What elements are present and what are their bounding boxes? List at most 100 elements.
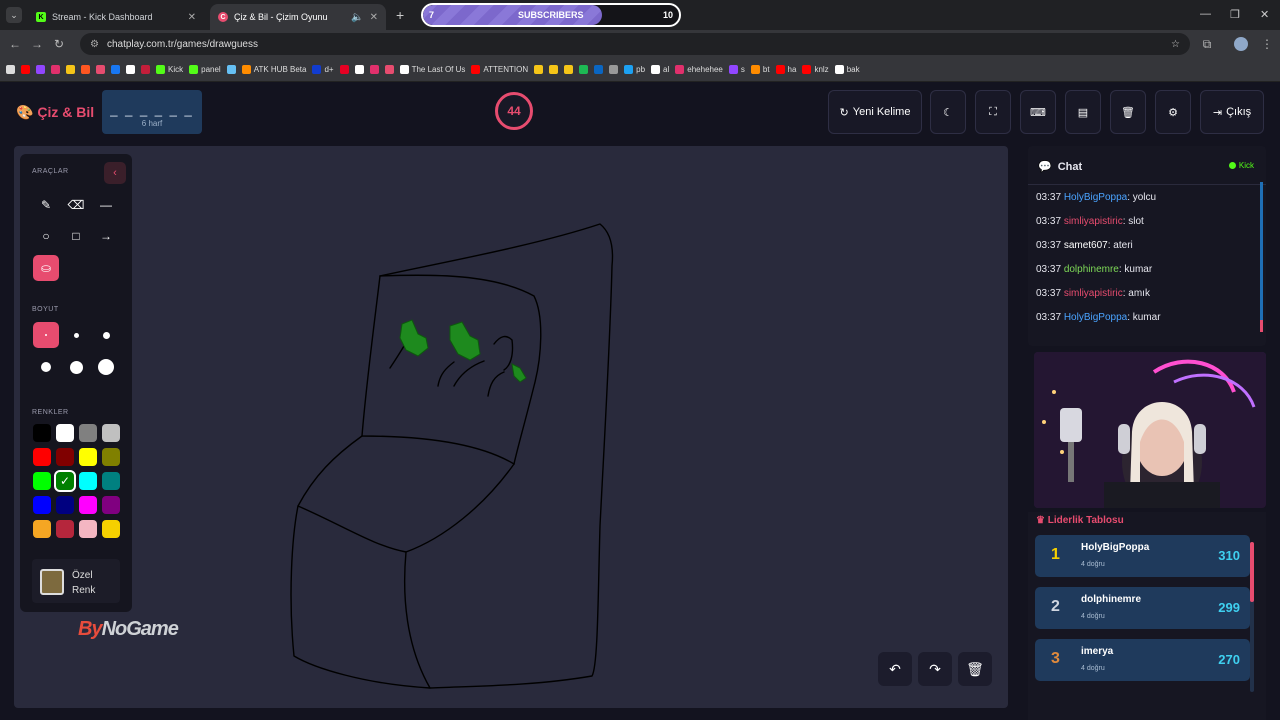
close-tab-icon[interactable]: ✕	[188, 12, 196, 23]
new-tab-button[interactable]: +	[396, 7, 404, 23]
message-user[interactable]: simliyapistiric	[1064, 216, 1123, 227]
chat-scroll-thumb[interactable]	[1260, 320, 1263, 332]
fullscreen-button[interactable]: ⛶	[975, 90, 1011, 134]
tab-kick-dashboard[interactable]: K Stream - Kick Dashboard ✕	[28, 4, 204, 30]
bookmark-item[interactable]: Kick	[156, 65, 183, 74]
message-user[interactable]: HolyBigPoppa	[1064, 192, 1127, 203]
color-swatch[interactable]	[56, 496, 74, 514]
speaker-icon[interactable]: 🔈	[351, 12, 363, 23]
rectangle-tool[interactable]: □	[63, 223, 89, 249]
message-user[interactable]: dolphinemre	[1064, 264, 1119, 275]
bookmark-item[interactable]: bt	[750, 65, 770, 74]
settings-button[interactable]: ⚙	[1155, 90, 1191, 134]
profile-avatar[interactable]	[1234, 37, 1248, 51]
color-swatch[interactable]	[79, 424, 97, 442]
color-swatch[interactable]	[79, 520, 97, 538]
color-swatch[interactable]	[102, 472, 120, 490]
bookmark-item[interactable]	[21, 65, 30, 74]
color-swatch[interactable]	[33, 520, 51, 538]
bookmark-item[interactable]	[369, 65, 379, 74]
new-word-button[interactable]: ↻ Yeni Kelime	[828, 90, 922, 134]
undo-button[interactable]: ↶	[878, 652, 912, 686]
color-swatch[interactable]	[56, 448, 74, 466]
bookmark-item[interactable]	[354, 65, 364, 74]
exit-button[interactable]: ⇥ Çıkış	[1200, 90, 1264, 134]
bookmark-item[interactable]: d+	[312, 65, 334, 74]
reload-icon[interactable]: ↻	[48, 37, 70, 51]
theme-toggle-button[interactable]: ☾	[930, 90, 966, 134]
color-swatch[interactable]	[79, 448, 97, 466]
bookmark-item[interactable]	[51, 65, 60, 74]
tab-search-button[interactable]: ⌄	[6, 7, 22, 23]
circle-tool[interactable]: ○	[33, 223, 59, 249]
back-icon[interactable]: ←	[4, 37, 26, 51]
color-swatch[interactable]	[33, 448, 51, 466]
bookmark-item[interactable]	[36, 65, 45, 74]
collapse-tools-button[interactable]: ‹	[104, 162, 126, 184]
bookmark-item[interactable]	[534, 65, 544, 74]
bookmark-item[interactable]	[609, 65, 619, 74]
color-swatch[interactable]	[102, 448, 120, 466]
bookmark-item[interactable]	[226, 65, 236, 74]
bookmark-item[interactable]	[564, 65, 574, 74]
color-swatch[interactable]: ✓	[54, 470, 76, 492]
bookmark-item[interactable]: panel	[189, 65, 221, 74]
color-swatch[interactable]	[33, 472, 51, 490]
size-5[interactable]	[63, 354, 89, 380]
color-swatch[interactable]	[102, 496, 120, 514]
bookmark-item[interactable]: s	[728, 65, 745, 74]
color-swatch[interactable]	[56, 520, 74, 538]
bookmark-item[interactable]: knlz	[802, 65, 829, 74]
size-2[interactable]	[63, 322, 89, 348]
bookmark-item[interactable]	[96, 65, 105, 74]
brush-tool[interactable]: ✎	[33, 192, 59, 218]
bookmark-item[interactable]: ATTENTION	[471, 65, 528, 74]
bookmark-item[interactable]: pb	[624, 65, 645, 74]
size-3[interactable]	[93, 322, 119, 348]
app-logo[interactable]: 🎨 Çiz & Bil	[16, 104, 94, 121]
bookmark-item[interactable]	[594, 65, 604, 74]
bookmark-item[interactable]: ATK HUB Beta	[241, 65, 306, 74]
size-6[interactable]	[93, 354, 119, 380]
color-swatch[interactable]	[33, 496, 51, 514]
bookmark-item[interactable]	[579, 65, 589, 74]
archive-button[interactable]: ▤	[1065, 90, 1101, 134]
size-1[interactable]	[33, 322, 59, 348]
apps-icon[interactable]	[6, 65, 15, 74]
minimize-icon[interactable]: —	[1200, 8, 1211, 20]
bookmark-item[interactable]	[339, 65, 349, 74]
leaderboard-scroll-thumb[interactable]	[1250, 542, 1254, 602]
message-user[interactable]: HolyBigPoppa	[1064, 312, 1127, 323]
color-swatch[interactable]	[79, 496, 97, 514]
bookmark-item[interactable]	[111, 65, 120, 74]
color-swatch[interactable]	[102, 424, 120, 442]
close-tab-icon[interactable]: ✕	[370, 12, 378, 23]
bookmark-item[interactable]: ehehehee	[675, 65, 723, 74]
bookmark-item[interactable]	[126, 65, 135, 74]
bookmark-item[interactable]: ha	[775, 65, 796, 74]
redo-button[interactable]: ↷	[918, 652, 952, 686]
tab-drawguess[interactable]: C Çiz & Bil - Çizim Oyunu 🔈 ✕	[210, 4, 386, 30]
delete-button[interactable]: 🗑	[1110, 90, 1146, 134]
url-input[interactable]: ⚙ chatplay.com.tr/games/drawguess ☆	[80, 33, 1190, 55]
bookmark-item[interactable]	[384, 65, 394, 74]
bookmark-item[interactable]: The Last Of Us	[399, 65, 465, 74]
forward-icon[interactable]: →	[26, 37, 48, 51]
bookmark-item[interactable]	[81, 65, 90, 74]
bookmark-item[interactable]	[141, 65, 150, 74]
maximize-icon[interactable]: ❐	[1230, 8, 1240, 21]
site-info-icon[interactable]: ⚙	[90, 39, 99, 50]
eraser-tool[interactable]: ⌫	[63, 192, 89, 218]
line-tool[interactable]: —	[93, 192, 119, 218]
close-window-icon[interactable]: ✕	[1260, 8, 1269, 21]
bookmark-item[interactable]	[549, 65, 559, 74]
arrow-tool[interactable]: →	[93, 223, 119, 249]
clear-canvas-button[interactable]: 🗑	[958, 652, 992, 686]
chat-scrollbar[interactable]	[1260, 182, 1263, 332]
color-swatch[interactable]	[79, 472, 97, 490]
color-swatch[interactable]	[33, 424, 51, 442]
bookmark-item[interactable]	[66, 65, 75, 74]
extensions-icon[interactable]: ⧉	[1196, 37, 1218, 52]
message-user[interactable]: samet607	[1064, 240, 1108, 251]
color-swatch[interactable]	[56, 424, 74, 442]
